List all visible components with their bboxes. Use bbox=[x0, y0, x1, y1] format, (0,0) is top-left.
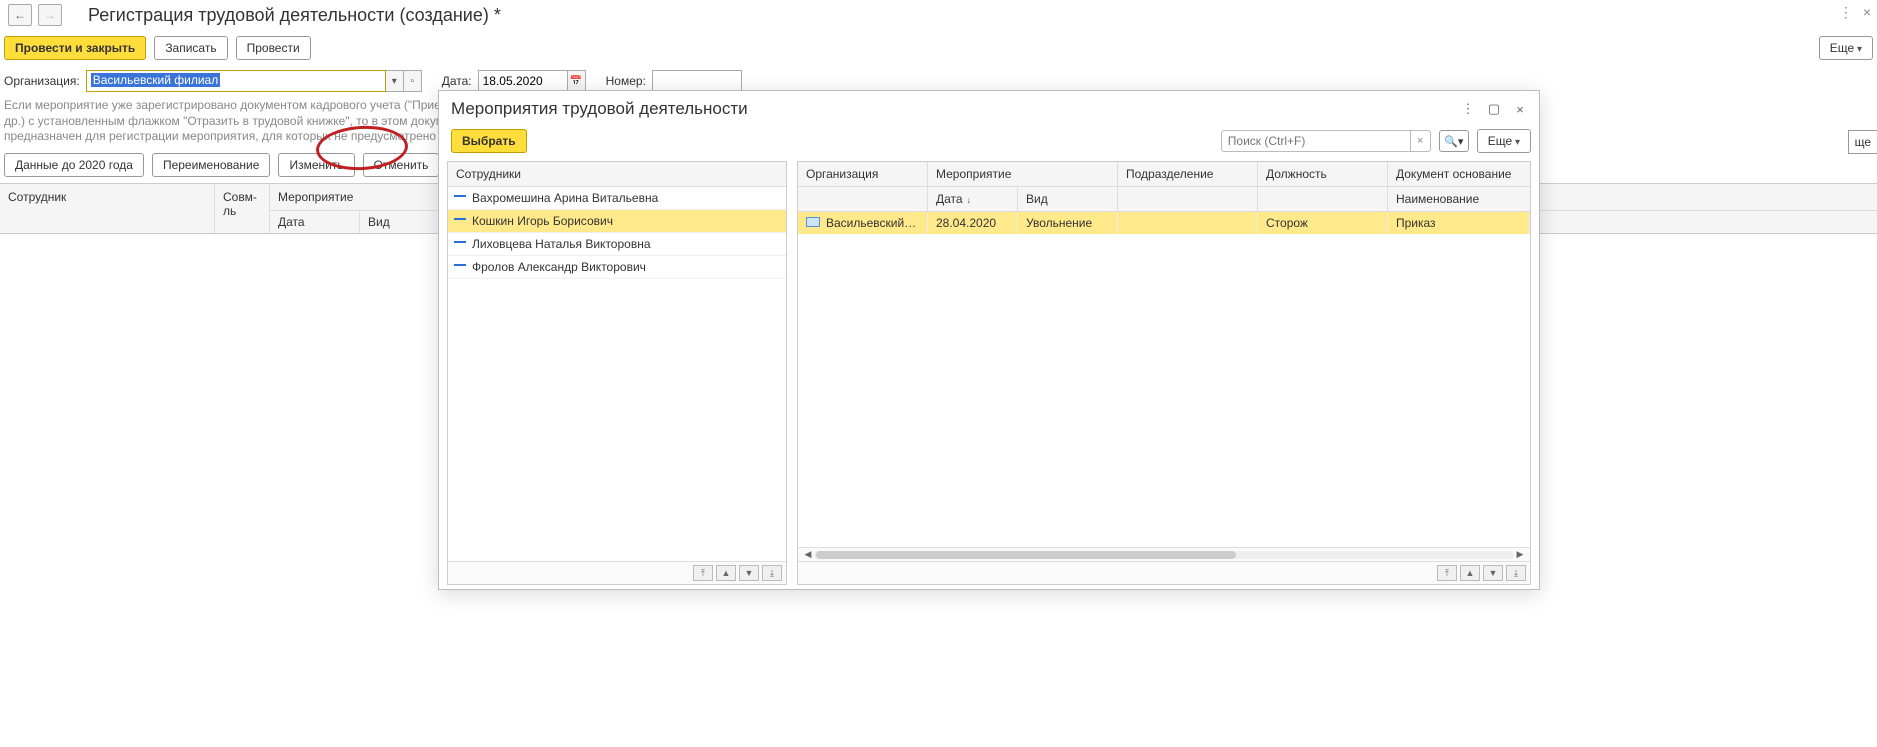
col-date[interactable]: Дата bbox=[270, 211, 360, 233]
employees-list: Вахромешина Арина Витальевна Кошкин Игорь… bbox=[448, 187, 786, 561]
scroll-left-icon[interactable]: ◀ bbox=[802, 549, 814, 560]
save-button[interactable]: Записать bbox=[154, 36, 227, 60]
col-date2[interactable]: Дата↓ bbox=[928, 186, 1018, 211]
nav-back-button[interactable]: ← bbox=[8, 4, 32, 26]
events-panel: Организация Мероприятие Подразделение До… bbox=[797, 161, 1531, 585]
event-row[interactable]: Васильевский фи...28.04.2020УвольнениеСт… bbox=[798, 212, 1530, 234]
col-org-sub bbox=[798, 186, 928, 211]
ev-last-button[interactable]: ⤓ bbox=[1506, 565, 1526, 581]
date-label: Дата: bbox=[442, 74, 472, 88]
search-input[interactable] bbox=[1221, 130, 1411, 152]
cancel-button[interactable]: Отменить bbox=[363, 153, 440, 177]
ev-up-button[interactable]: ▲ bbox=[1460, 565, 1480, 581]
col-naim[interactable]: Наименование bbox=[1388, 186, 1530, 211]
modal-maximize-icon[interactable]: ▢ bbox=[1485, 101, 1503, 117]
emp-down-button[interactable]: ▼ bbox=[739, 565, 759, 581]
search-clear-button[interactable]: × bbox=[1411, 130, 1431, 152]
events-modal: Мероприятия трудовой деятельности ⋮ ▢ × … bbox=[438, 90, 1540, 590]
employee-row[interactable]: Вахромешина Арина Витальевна bbox=[448, 187, 786, 210]
emp-up-button[interactable]: ▲ bbox=[716, 565, 736, 581]
employees-panel: Сотрудники Вахромешина Арина Витальевна К… bbox=[447, 161, 787, 585]
search-button[interactable]: 🔍▾ bbox=[1439, 130, 1469, 152]
events-list: Васильевский фи...28.04.2020УвольнениеСт… bbox=[798, 212, 1530, 547]
nav-forward-button[interactable]: → bbox=[38, 4, 62, 26]
edge-more-button[interactable]: ще bbox=[1848, 130, 1877, 154]
employee-name: Лиховцева Наталья Викторовна bbox=[472, 237, 651, 251]
post-and-close-button[interactable]: Провести и закрыть bbox=[4, 36, 146, 60]
modal-close-icon[interactable]: × bbox=[1511, 102, 1529, 117]
employees-header[interactable]: Сотрудники bbox=[448, 162, 786, 186]
number-input[interactable] bbox=[652, 70, 742, 92]
col-podr-sub bbox=[1118, 186, 1258, 211]
employee-name: Фролов Александр Викторович bbox=[472, 260, 646, 274]
emp-first-button[interactable]: ⤒ bbox=[693, 565, 713, 581]
number-label: Номер: bbox=[606, 74, 646, 88]
employee-icon bbox=[454, 218, 466, 220]
kebab-icon[interactable]: ⋮ bbox=[1839, 4, 1853, 21]
col-sovm[interactable]: Совм-ль bbox=[215, 184, 270, 233]
modal-kebab-icon[interactable]: ⋮ bbox=[1459, 101, 1477, 117]
col-podr[interactable]: Подразделение bbox=[1118, 162, 1258, 186]
date-picker-button[interactable]: 📅 bbox=[568, 70, 586, 92]
card-icon bbox=[806, 217, 820, 227]
employee-row[interactable]: Лиховцева Наталья Викторовна bbox=[448, 233, 786, 256]
org-open-button[interactable]: ▫ bbox=[404, 70, 422, 92]
col-employee[interactable]: Сотрудник bbox=[0, 184, 215, 233]
date-input[interactable] bbox=[478, 70, 568, 92]
employee-icon bbox=[454, 264, 466, 266]
org-dropdown-button[interactable]: ▾ bbox=[386, 70, 404, 92]
employee-icon bbox=[454, 241, 466, 243]
col-org[interactable]: Организация bbox=[798, 162, 928, 186]
col-dol[interactable]: Должность bbox=[1258, 162, 1388, 186]
pre2020-button[interactable]: Данные до 2020 года bbox=[4, 153, 144, 177]
col-dol-sub bbox=[1258, 186, 1388, 211]
ev-down-button[interactable]: ▼ bbox=[1483, 565, 1503, 581]
col-vid2[interactable]: Вид bbox=[1018, 186, 1118, 211]
rename-button[interactable]: Переименование bbox=[152, 153, 271, 177]
col-doc[interactable]: Документ основание bbox=[1388, 162, 1530, 186]
modal-more-button[interactable]: Еще bbox=[1477, 129, 1531, 153]
scroll-right-icon[interactable]: ▶ bbox=[1514, 549, 1526, 560]
col-event2[interactable]: Мероприятие bbox=[928, 162, 1118, 186]
post-button[interactable]: Провести bbox=[236, 36, 311, 60]
emp-last-button[interactable]: ⤓ bbox=[762, 565, 782, 581]
modal-title: Мероприятия трудовой деятельности bbox=[451, 99, 1451, 119]
close-icon[interactable]: × bbox=[1863, 4, 1871, 21]
events-hscroll[interactable]: ◀ ▶ bbox=[798, 547, 1530, 561]
modal-select-button[interactable]: Выбрать bbox=[451, 129, 527, 153]
employee-icon bbox=[454, 195, 466, 197]
employee-row[interactable]: Кошкин Игорь Борисович bbox=[448, 210, 786, 233]
employee-name: Вахромешина Арина Витальевна bbox=[472, 191, 658, 205]
employee-name: Кошкин Игорь Борисович bbox=[472, 214, 613, 228]
ev-first-button[interactable]: ⤒ bbox=[1437, 565, 1457, 581]
employee-row[interactable]: Фролов Александр Викторович bbox=[448, 256, 786, 279]
edit-button[interactable]: Изменить bbox=[278, 153, 354, 177]
org-input[interactable]: Васильевский филиал bbox=[86, 70, 386, 92]
more-button[interactable]: Еще bbox=[1819, 36, 1873, 60]
org-label: Организация: bbox=[4, 74, 80, 88]
page-title: Регистрация трудовой деятельности (созда… bbox=[88, 5, 501, 26]
